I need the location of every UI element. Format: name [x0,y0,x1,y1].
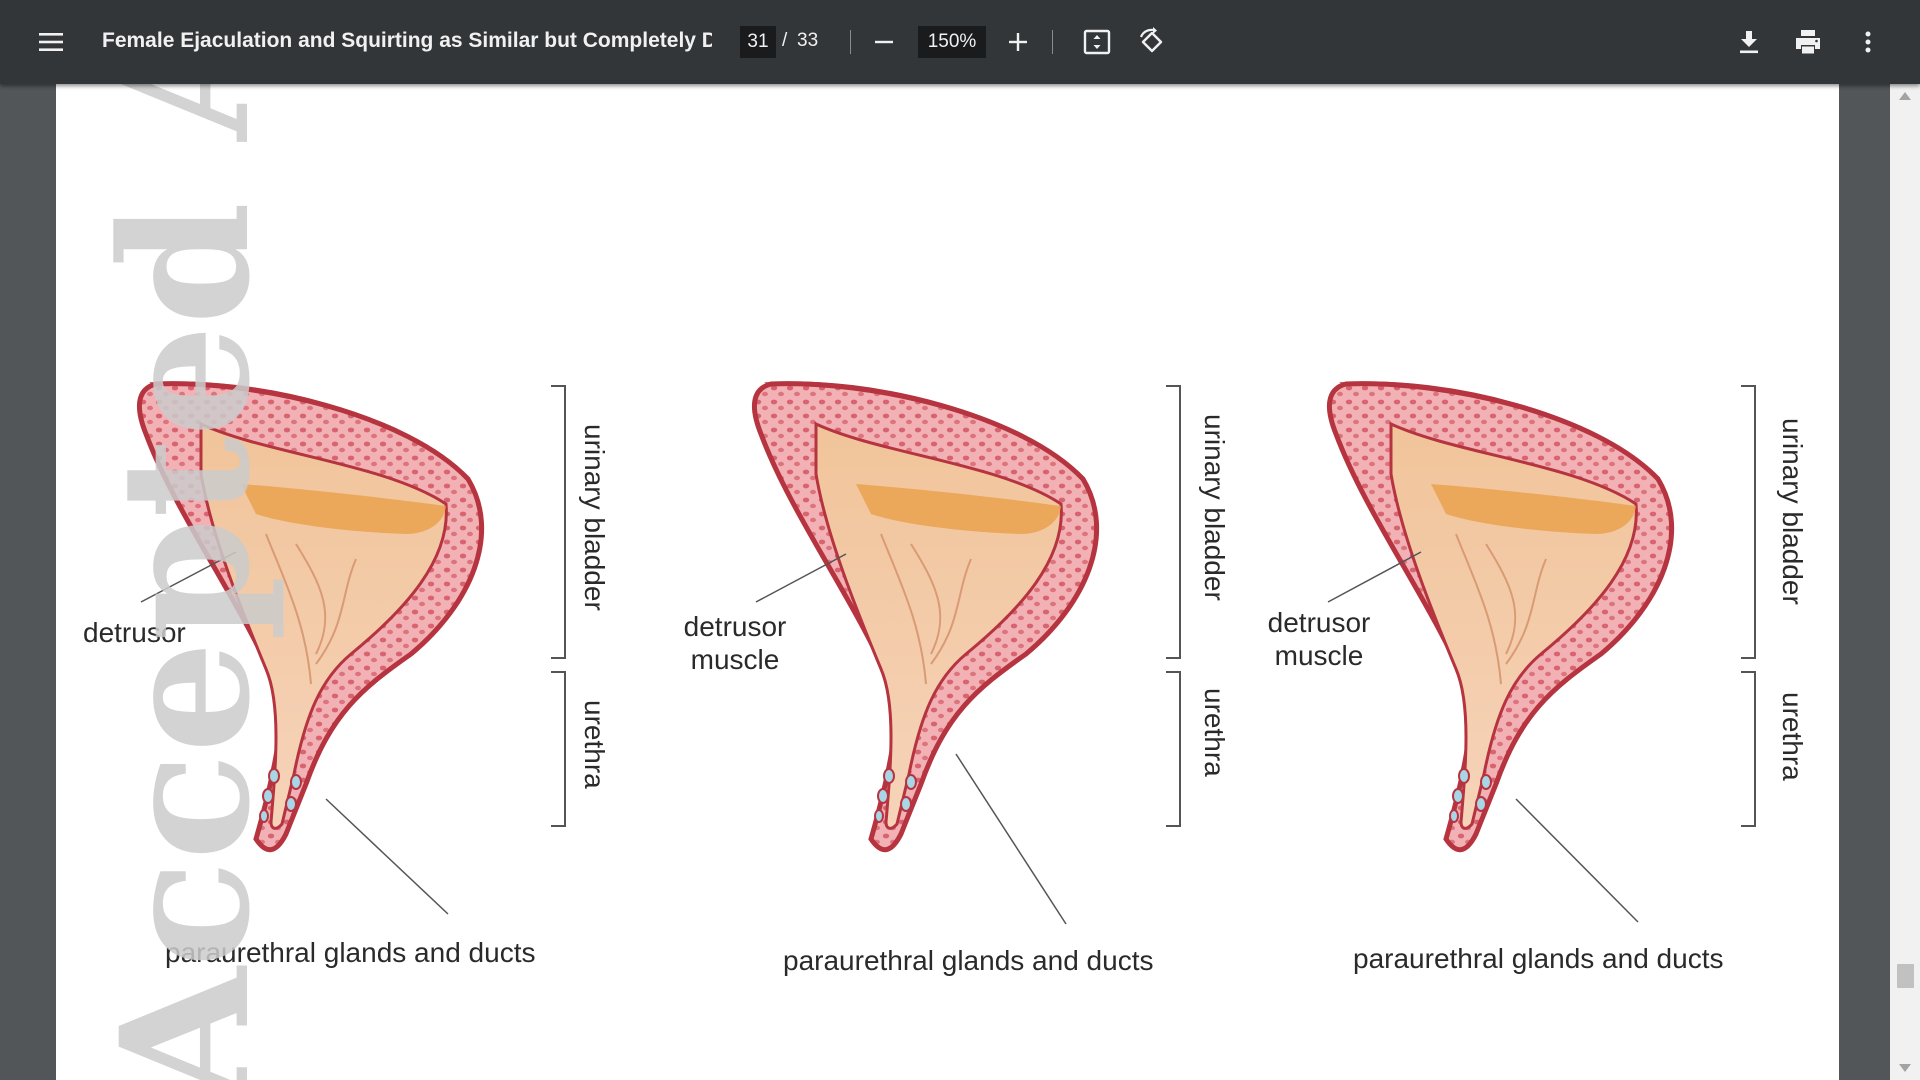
bracket-1 [550,385,566,827]
total-pages: 33 [797,30,819,51]
more-vert-icon [1865,31,1871,53]
detrusor-label-3: detrusor muscle [1240,606,1398,672]
bladder-figure [56,84,1756,925]
zoom-in-button[interactable] [1002,26,1034,58]
glands-label-1: paraurethral glands and ducts [165,937,536,968]
page-number-input[interactable]: 31 [740,26,776,58]
bladder-diagram-1 [139,383,481,849]
glands-pointer-3 [1515,798,1639,923]
scrollbar-thumb[interactable] [1897,964,1914,988]
bracket-2 [1165,385,1181,827]
download-button[interactable] [1732,25,1766,59]
urinary-bladder-label-1: urinary bladder [579,424,610,611]
viewer-gutter [1839,84,1890,1080]
document-title: Female Ejaculation and Squirting as Simi… [102,29,712,52]
fit-to-page-button[interactable] [1080,25,1114,59]
rotate-button[interactable] [1134,24,1170,60]
glands-label-2: paraurethral glands and ducts [783,945,1154,976]
pdf-page: detrusor urinary bladder urethra paraure… [56,84,1839,1080]
plus-icon [1009,33,1027,51]
zoom-level-input[interactable]: 150% [918,26,986,58]
vertical-scrollbar[interactable] [1890,84,1920,1080]
pdf-toolbar: Female Ejaculation and Squirting as Simi… [0,0,1920,84]
urethra-label-2: urethra [1199,688,1230,777]
page-separator: / [782,30,788,51]
detrusor-label-1: detrusor [83,617,186,648]
detrusor-label-3-line2: muscle [1274,640,1364,671]
glands-pointer-2 [955,753,1067,925]
urinary-bladder-label-3: urinary bladder [1777,418,1808,605]
zoom-out-button[interactable] [868,26,900,58]
glands-pointer-1 [325,798,449,915]
detrusor-label-2-line2: muscle [690,644,780,675]
print-icon [1796,30,1820,54]
scroll-down-arrow-icon[interactable] [1899,1064,1911,1072]
minus-icon [875,40,893,44]
menu-button[interactable] [34,26,68,58]
urethra-label-3: urethra [1777,692,1808,781]
download-icon [1740,31,1758,54]
urinary-bladder-label-2: urinary bladder [1199,414,1230,601]
hamburger-menu-icon [39,33,63,51]
toolbar-divider [1052,30,1053,54]
rotate-icon [1139,27,1163,53]
toolbar-divider [850,30,851,54]
more-actions-button[interactable] [1852,25,1884,59]
print-button[interactable] [1790,25,1826,59]
fit-to-page-icon [1083,29,1111,55]
detrusor-label-3-line1: detrusor [1267,607,1371,638]
scroll-up-arrow-icon[interactable] [1899,92,1911,100]
bracket-3 [1740,385,1756,827]
detrusor-label-2: detrusor muscle [656,610,814,676]
detrusor-label-2-line1: detrusor [683,611,787,642]
glands-label-3: paraurethral glands and ducts [1353,943,1724,974]
urethra-label-1: urethra [579,700,610,789]
